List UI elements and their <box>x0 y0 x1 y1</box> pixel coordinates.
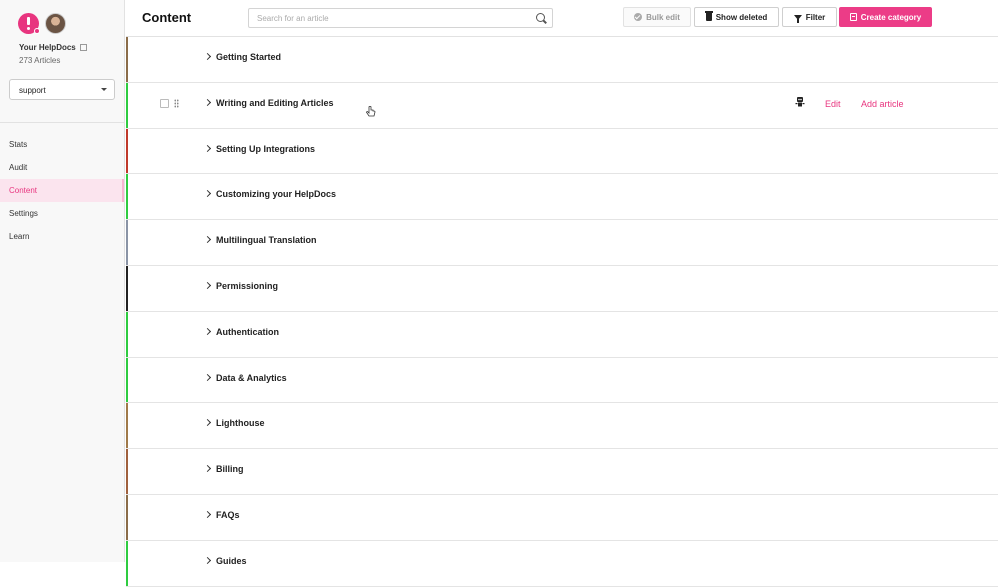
chevron-right-icon[interactable] <box>203 236 212 244</box>
site-name-label[interactable]: Your HelpDocs <box>19 43 76 52</box>
edit-category-link[interactable]: Edit <box>825 99 841 109</box>
chevron-right-icon[interactable] <box>203 373 212 381</box>
category-title[interactable]: FAQs <box>216 510 240 520</box>
sidebar-item-audit[interactable]: Audit <box>0 156 124 179</box>
category-color-bar <box>126 82 128 128</box>
category-color-bar <box>126 357 128 403</box>
logo-mark <box>27 17 30 25</box>
category-title[interactable]: Guides <box>216 556 247 566</box>
site-name-link[interactable]: Your HelpDocs <box>19 43 87 52</box>
category-color-bar <box>126 540 128 586</box>
category-title[interactable]: Setting Up Integrations <box>216 144 315 154</box>
category-color-bar <box>126 494 128 540</box>
filter-icon <box>793 14 802 23</box>
version-select-value: support <box>19 86 46 95</box>
category-row[interactable]: Customizing your HelpDocs <box>126 174 998 221</box>
sidebar-item-stats[interactable]: Stats <box>0 133 124 156</box>
chevron-right-icon[interactable] <box>203 556 212 564</box>
top-bar: Content Bulk edit Show deleted Filter Cr… <box>126 0 998 37</box>
category-title[interactable]: Data & Analytics <box>216 373 287 383</box>
sidebar-item-content[interactable]: Content <box>0 179 124 202</box>
chevron-right-icon[interactable] <box>203 144 212 152</box>
filter-label: Filter <box>805 12 826 22</box>
category-title[interactable]: Lighthouse <box>216 418 265 428</box>
chevron-right-icon[interactable] <box>203 98 212 106</box>
filter-button[interactable]: Filter <box>782 7 837 27</box>
category-row[interactable]: Writing and Editing Articles Edit Add arti… <box>126 82 998 129</box>
chevron-right-icon[interactable] <box>203 465 212 473</box>
category-title[interactable]: Authentication <box>216 327 279 337</box>
sidebar-item-settings[interactable]: Settings <box>0 202 124 225</box>
bulk-edit-button[interactable]: Bulk edit <box>623 7 691 27</box>
add-article-link[interactable]: Add article <box>861 99 904 109</box>
category-row[interactable]: FAQs <box>126 494 998 541</box>
category-color-bar <box>126 403 128 449</box>
show-deleted-label: Show deleted <box>715 12 768 22</box>
logo-dot <box>27 27 30 30</box>
category-color-bar <box>126 37 128 82</box>
helpdocs-logo-icon[interactable] <box>18 13 40 34</box>
chevron-right-icon[interactable] <box>203 510 212 519</box>
check-circle-icon <box>634 13 643 21</box>
sidebar-nav: Stats Audit Content Settings Learn <box>0 133 124 248</box>
category-title[interactable]: Multilingual Translation <box>216 235 317 245</box>
chevron-right-icon[interactable] <box>203 419 212 427</box>
chevron-right-icon[interactable] <box>203 190 212 198</box>
search-input[interactable] <box>248 8 553 28</box>
category-row[interactable]: Lighthouse <box>126 403 998 450</box>
category-row[interactable]: Guides <box>126 540 998 587</box>
notification-badge <box>34 28 40 34</box>
show-deleted-button[interactable]: Show deleted <box>694 7 779 27</box>
article-count: 273 Articles <box>19 56 61 65</box>
category-row[interactable]: Authentication <box>126 311 998 358</box>
create-category-label: Create category <box>860 12 922 22</box>
category-title[interactable]: Getting Started <box>216 52 281 62</box>
search-icon[interactable] <box>536 13 545 22</box>
category-color-bar <box>126 220 128 265</box>
external-link-icon[interactable] <box>79 44 87 51</box>
sidebar: Your HelpDocs 273 Articles support Stats… <box>0 0 125 562</box>
category-color-bar <box>126 174 128 220</box>
lighthouse-bot-icon[interactable] <box>795 96 805 108</box>
category-row[interactable]: Billing <box>126 449 998 495</box>
category-title[interactable]: Writing and Editing Articles <box>216 98 334 108</box>
page-title: Content <box>142 10 192 25</box>
version-select[interactable]: support <box>9 79 115 100</box>
category-title[interactable]: Customizing your HelpDocs <box>216 189 336 199</box>
category-list: Getting Started Writing and Editing Artic… <box>126 37 998 587</box>
trash-icon <box>704 11 713 21</box>
caret-down-icon <box>101 88 107 91</box>
category-color-bar <box>126 311 128 357</box>
avatar[interactable] <box>45 13 66 34</box>
category-color-bar <box>126 449 128 494</box>
category-row[interactable]: Permissioning <box>126 265 998 312</box>
chevron-right-icon[interactable] <box>203 327 212 335</box>
category-title[interactable]: Billing <box>216 464 244 474</box>
category-color-bar <box>126 128 128 174</box>
chevron-right-icon[interactable] <box>203 281 212 290</box>
category-row[interactable]: Getting Started <box>126 37 998 83</box>
sidebar-item-learn[interactable]: Learn <box>0 225 124 248</box>
category-title[interactable]: Permissioning <box>216 281 278 291</box>
category-row[interactable]: Multilingual Translation <box>126 220 998 266</box>
book-icon <box>849 13 857 21</box>
create-category-button[interactable]: Create category <box>839 7 932 27</box>
category-color-bar <box>126 265 128 311</box>
category-row[interactable]: Data & Analytics <box>126 357 998 404</box>
sidebar-divider <box>0 122 124 123</box>
bulk-edit-label: Bulk edit <box>646 12 680 22</box>
drag-handle-icon[interactable] <box>174 98 179 108</box>
category-checkbox[interactable] <box>160 98 169 108</box>
chevron-right-icon[interactable] <box>203 52 212 61</box>
category-row[interactable]: Setting Up Integrations <box>126 128 998 175</box>
hand-cursor-icon <box>366 106 376 117</box>
